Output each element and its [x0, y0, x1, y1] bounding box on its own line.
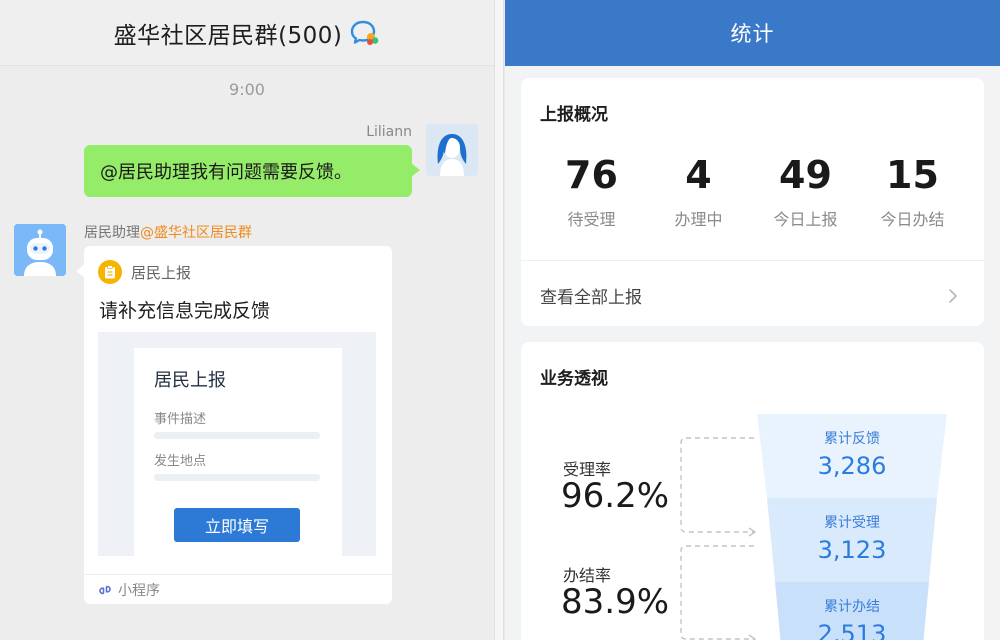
- message-timestamp: 9:00: [229, 80, 265, 99]
- stats-title: 统计: [730, 22, 775, 46]
- assistant-avatar[interactable]: [14, 224, 66, 276]
- group-chat-icon: [351, 20, 379, 45]
- funnel-closed-label: 累计办结: [824, 599, 880, 615]
- funnel-accepted-label: 累计受理: [824, 515, 880, 531]
- sender-name: Liliann: [366, 124, 412, 140]
- stat-pending-value: 76: [565, 153, 618, 197]
- stat-in-progress[interactable]: 4 办理中: [645, 154, 752, 230]
- view-all-reports-row[interactable]: 查看全部上报: [521, 260, 984, 326]
- card-preview[interactable]: 居民上报 事件描述 发生地点 立即填写: [98, 332, 376, 560]
- chat-title: 盛华社区居民群(500): [113, 22, 343, 49]
- funnel-feedback-label: 累计反馈: [824, 431, 880, 447]
- mini-program-card[interactable]: 居民上报 请补充信息完成反馈 居民上报 事件描述 发生地点 立即填写 小程序: [76, 246, 392, 604]
- funnel-connector-2: [680, 545, 754, 640]
- mini-program-icon: [99, 585, 111, 594]
- card-footer: 小程序: [84, 574, 392, 604]
- card-header: 居民上报: [98, 260, 191, 284]
- assistant-name: 居民助理@盛华社区居民群: [84, 222, 252, 242]
- stat-in-progress-value: 4: [685, 153, 712, 197]
- preview-field-location-line: [154, 474, 320, 481]
- preview-field-location-label: 发生地点: [154, 454, 207, 469]
- chevron-right-icon: [949, 289, 957, 303]
- preview-field-description-label: 事件描述: [154, 412, 207, 427]
- stat-today-closed-label: 今日办结: [880, 210, 945, 229]
- robot-icon: [14, 224, 66, 276]
- stat-pending-label: 待受理: [567, 210, 616, 229]
- funnel-feedback-value: 3,286: [817, 452, 887, 480]
- overview-title: 上报概况: [540, 105, 608, 125]
- pane-divider: [494, 0, 504, 640]
- funnel-connector-1: [680, 437, 754, 533]
- card-title: 请补充信息完成反馈: [99, 300, 271, 322]
- stats-pane: 统计 上报概况 76 待受理 4 办理中 49 今日上报 15 今日办结 查看全…: [505, 0, 1000, 640]
- card-header-label: 居民上报: [131, 263, 192, 282]
- user-avatar[interactable]: [426, 124, 478, 176]
- business-panel: 业务透视 受理率 96.2% 办结率 83.9% 累计反馈 3,286 累计受理…: [521, 342, 984, 640]
- fill-now-button[interactable]: 立即填写: [174, 508, 300, 542]
- funnel-accepted-value: 3,123: [817, 536, 887, 564]
- assistant-name-text: 居民助理: [84, 225, 140, 241]
- funnel-closed-value: 2,513: [817, 620, 887, 640]
- stats-header: 统计: [505, 0, 1000, 66]
- stat-pending[interactable]: 76 待受理: [538, 154, 645, 230]
- preview-form-title: 居民上报: [154, 370, 226, 391]
- view-all-reports-label: 查看全部上报: [540, 288, 642, 308]
- user-avatar-icon: [426, 124, 478, 176]
- stat-today-reported[interactable]: 49 今日上报: [752, 154, 859, 230]
- chat-header: 盛华社区居民群(500): [0, 0, 494, 66]
- stat-today-closed-value: 15: [886, 153, 939, 197]
- chat-pane: 盛华社区居民群(500) 9:00 Liliann @居民助理我有问题需要反馈。: [0, 0, 494, 640]
- stat-today-reported-label: 今日上报: [773, 210, 838, 229]
- my-message-bubble[interactable]: @居民助理我有问题需要反馈。: [84, 145, 420, 197]
- stat-in-progress-label: 办理中: [674, 210, 723, 229]
- stat-today-closed[interactable]: 15 今日办结: [859, 154, 966, 230]
- preview-field-description-line: [154, 432, 320, 439]
- clipboard-icon: [98, 260, 122, 284]
- preview-form: 居民上报 事件描述 发生地点 立即填写: [134, 348, 342, 560]
- stat-today-reported-value: 49: [779, 153, 832, 197]
- overview-panel: 上报概况 76 待受理 4 办理中 49 今日上报 15 今日办结 查看全部上报: [521, 78, 984, 326]
- group-mention[interactable]: @盛华社区居民群: [140, 225, 252, 241]
- card-footer-label: 小程序: [118, 582, 160, 599]
